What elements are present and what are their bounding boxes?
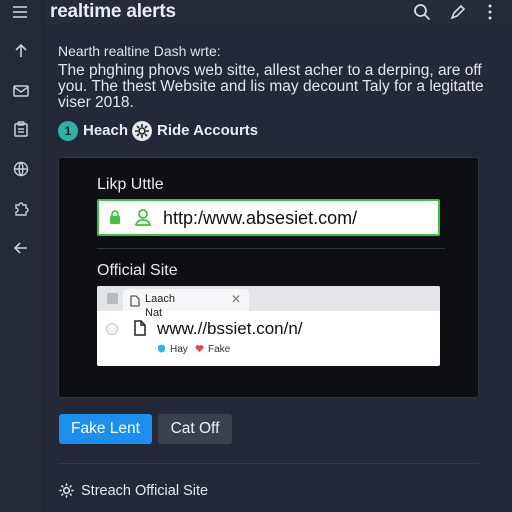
official-section-label: Official Site: [97, 262, 178, 279]
left-rail: [0, 0, 44, 512]
fake-url-bar[interactable]: http:/www.absesiet.com/: [97, 199, 440, 236]
menu-icon[interactable]: [10, 2, 30, 22]
puzzle-icon[interactable]: [11, 198, 31, 218]
fake-section-label: Likp Uttle: [97, 176, 164, 193]
mail-icon[interactable]: [11, 81, 31, 101]
intro-body: The phghing phovs web sitte, allest ache…: [58, 62, 484, 111]
page-icon: [129, 294, 141, 307]
shield-icon: [157, 344, 166, 353]
arrow-left-icon[interactable]: [11, 238, 31, 258]
official-browser-preview: Laach ✕ Nat www.//bssiet.con/n/ Hay Fake: [97, 286, 440, 366]
browser-tab[interactable]: Laach ✕: [123, 289, 249, 311]
more-vertical-icon[interactable]: [480, 2, 500, 22]
divider: [58, 463, 479, 464]
cat-off-button[interactable]: Cat Off: [158, 414, 232, 444]
top-bar: realtime alerts: [13, 0, 512, 26]
tab-title: Laach: [145, 293, 175, 305]
pill-label: Heach: [83, 122, 129, 139]
footer-link-label: Streach Official Site: [81, 483, 209, 499]
heart-icon: [195, 344, 204, 353]
edit-icon[interactable]: [448, 2, 468, 22]
search-icon[interactable]: [412, 2, 432, 22]
globe-icon[interactable]: [11, 159, 31, 179]
official-url-text: www.//bssiet.con/n/: [157, 319, 303, 338]
comparison-panel: Likp Uttle http:/www.absesiet.com/ Offic…: [58, 157, 479, 398]
divider: [97, 248, 445, 249]
tag-hay: Hay: [157, 344, 188, 355]
gear-icon: [132, 121, 152, 141]
document-icon: [133, 320, 147, 336]
arrow-up-icon[interactable]: [11, 41, 31, 61]
new-tab-label: Nat: [145, 307, 163, 319]
fake-lent-button[interactable]: Fake Lent: [59, 414, 152, 444]
clipboard-icon[interactable]: [11, 119, 31, 139]
pill-label: Ride Accourts: [157, 122, 259, 139]
app-title: realtime alerts: [50, 1, 176, 22]
close-icon[interactable]: ✕: [231, 292, 241, 306]
reload-icon[interactable]: [106, 323, 118, 335]
user-icon: [133, 207, 153, 227]
fake-url-text: http:/www.absesiet.com/: [163, 208, 358, 228]
lock-icon: [107, 209, 123, 225]
count-badge: 1: [58, 121, 78, 141]
tag-fake: Fake: [195, 344, 230, 355]
tag-label: Hay: [170, 344, 188, 355]
tab-icon: [107, 293, 118, 304]
tag-label: Fake: [208, 344, 231, 355]
intro-title: Nearth realtine Dash wrte:: [58, 43, 221, 59]
settings-icon: [58, 482, 75, 499]
